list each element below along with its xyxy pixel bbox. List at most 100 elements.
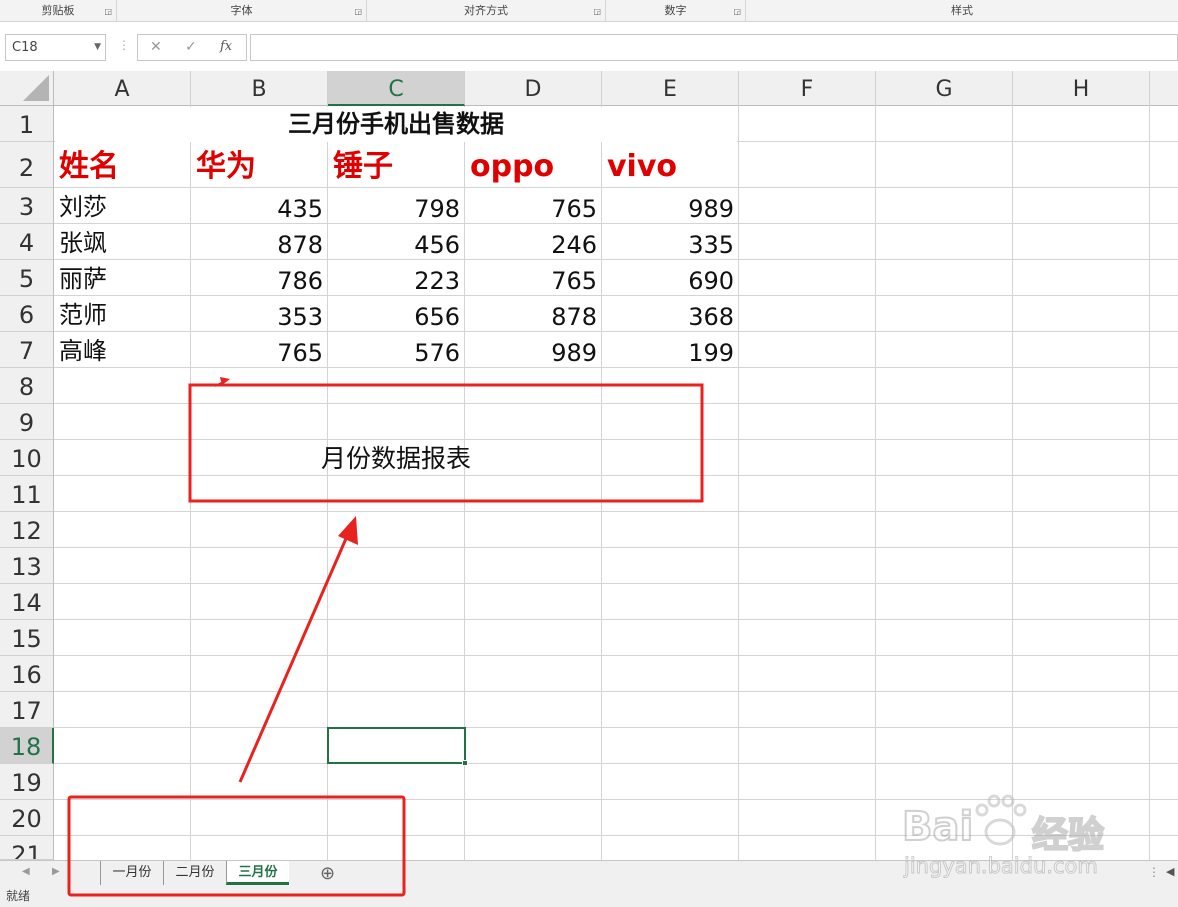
watermark-site: jingyan.baidu.com: [904, 854, 1099, 879]
value-cell[interactable]: 989: [465, 341, 597, 365]
ribbon-group-styles: 样式: [746, 0, 1178, 22]
row-header-9[interactable]: 9: [0, 404, 54, 440]
tab-scroll-left-icon[interactable]: ◀: [22, 866, 30, 877]
select-all-button[interactable]: [0, 71, 54, 106]
cancel-icon[interactable]: ✕: [150, 39, 162, 55]
column-header-f[interactable]: F: [739, 71, 876, 106]
value-cell[interactable]: 765: [465, 197, 597, 221]
value-cell[interactable]: 456: [328, 233, 460, 257]
sheet-tab-february[interactable]: 二月份: [163, 861, 226, 885]
row-header-3[interactable]: 3: [0, 188, 54, 224]
ribbon-group-label: 样式: [951, 4, 973, 17]
drag-handle-icon[interactable]: ⋮: [118, 38, 130, 52]
value-cell[interactable]: 435: [191, 197, 323, 221]
value-cell[interactable]: 989: [602, 197, 734, 221]
value-cell[interactable]: 765: [191, 341, 323, 365]
ribbon-group-alignment: 对齐方式 ◲: [367, 0, 606, 22]
row-header-12[interactable]: 12: [0, 512, 54, 548]
sheet-tab-march[interactable]: 三月份: [226, 861, 289, 885]
value-cell[interactable]: 690: [602, 269, 734, 293]
add-sheet-icon[interactable]: ⊕: [320, 863, 335, 884]
sheet-tab-label: 二月份: [175, 865, 215, 880]
header-cell-huawei[interactable]: 华为: [196, 152, 256, 182]
status-text: 就绪: [6, 889, 31, 903]
row-header-19[interactable]: 19: [0, 764, 54, 800]
value-cell[interactable]: 878: [465, 305, 597, 329]
column-header-c[interactable]: C: [328, 71, 465, 106]
header-cell-name[interactable]: 姓名: [59, 152, 119, 182]
column-header-e[interactable]: E: [602, 71, 739, 106]
row-header-17[interactable]: 17: [0, 692, 54, 728]
row-header-8[interactable]: 8: [0, 368, 54, 404]
chevron-down-icon[interactable]: ▼: [94, 35, 101, 60]
value-cell[interactable]: 765: [465, 269, 597, 293]
row-header-15[interactable]: 15: [0, 620, 54, 656]
ribbon-group-label: 剪贴板: [41, 4, 75, 17]
column-header-a[interactable]: A: [54, 71, 191, 106]
ribbon-group-number: 数字 ◲: [606, 0, 746, 22]
sheet-tab-label: 一月份: [112, 865, 152, 880]
name-cell[interactable]: 范师: [59, 303, 107, 327]
name-cell[interactable]: 张飒: [59, 231, 107, 255]
value-cell[interactable]: 798: [328, 197, 460, 221]
watermark-brand-right: 经验: [1031, 814, 1105, 857]
column-header-b[interactable]: B: [191, 71, 328, 106]
ribbon-group-font: 字体 ◲: [117, 0, 367, 22]
enter-icon[interactable]: ✓: [185, 39, 197, 55]
row-header-1[interactable]: 1: [0, 106, 54, 142]
value-cell[interactable]: 246: [465, 233, 597, 257]
header-cell-vivo[interactable]: vivo: [607, 152, 677, 182]
name-cell[interactable]: 高峰: [59, 339, 107, 363]
name-box-value: C18: [12, 40, 38, 55]
row-header-14[interactable]: 14: [0, 584, 54, 620]
baidu-jingyan-watermark: Bai 经验 jingyan.baidu.com: [900, 790, 1160, 890]
value-cell[interactable]: 656: [328, 305, 460, 329]
dialog-launcher-icon[interactable]: ◲: [733, 8, 741, 16]
row-header-10[interactable]: 10: [0, 440, 54, 476]
column-header-bar: A B C D E F G H: [0, 71, 1178, 106]
ribbon-group-label: 数字: [664, 4, 687, 17]
row-header-5[interactable]: 5: [0, 260, 54, 296]
value-cell[interactable]: 199: [602, 341, 734, 365]
value-cell[interactable]: 335: [602, 233, 734, 257]
header-cell-oppo[interactable]: oppo: [470, 152, 554, 182]
name-cell[interactable]: 刘莎: [59, 195, 107, 219]
column-header-g[interactable]: G: [876, 71, 1013, 106]
value-cell[interactable]: 368: [602, 305, 734, 329]
active-cell-c18[interactable]: [327, 727, 468, 766]
row-header-4[interactable]: 4: [0, 224, 54, 260]
sheet-title: 三月份手机出售数据: [288, 110, 504, 138]
annotation-label: 月份数据报表: [320, 444, 471, 473]
column-header-h[interactable]: H: [1013, 71, 1150, 106]
formula-input[interactable]: [250, 34, 1178, 61]
row-header-11[interactable]: 11: [0, 476, 54, 512]
insert-function-icon[interactable]: fx: [220, 39, 232, 54]
scroll-left-icon[interactable]: ◀: [1166, 865, 1174, 878]
name-cell[interactable]: 丽萨: [59, 267, 107, 291]
row-header-16[interactable]: 16: [0, 656, 54, 692]
value-cell[interactable]: 223: [328, 269, 460, 293]
row-header-2[interactable]: 2: [0, 142, 54, 188]
sheet-tab-january[interactable]: 一月份: [100, 861, 163, 885]
row-header-21[interactable]: 21: [0, 836, 54, 860]
row-header-6[interactable]: 6: [0, 296, 54, 332]
header-cell-chuizi[interactable]: 锤子: [333, 152, 393, 182]
name-box[interactable]: C18 ▼: [5, 34, 106, 61]
column-header-d[interactable]: D: [465, 71, 602, 106]
dialog-launcher-icon[interactable]: ◲: [104, 8, 112, 16]
value-cell[interactable]: 353: [191, 305, 323, 329]
value-cell[interactable]: 786: [191, 269, 323, 293]
value-cell[interactable]: 878: [191, 233, 323, 257]
select-all-icon: [23, 75, 49, 101]
dialog-launcher-icon[interactable]: ◲: [354, 8, 362, 16]
row-header-7[interactable]: 7: [0, 332, 54, 368]
row-header-20[interactable]: 20: [0, 800, 54, 836]
row-header-18[interactable]: 18: [0, 728, 54, 764]
fill-handle[interactable]: [462, 760, 468, 766]
dialog-launcher-icon[interactable]: ◲: [593, 8, 601, 16]
tab-scroll-right-icon[interactable]: ▶: [52, 866, 60, 877]
watermark-brand-left: Bai: [901, 803, 974, 851]
value-cell[interactable]: 576: [328, 341, 460, 365]
row-header-13[interactable]: 13: [0, 548, 54, 584]
formula-buttons: ✕ ✓ fx: [137, 34, 247, 61]
